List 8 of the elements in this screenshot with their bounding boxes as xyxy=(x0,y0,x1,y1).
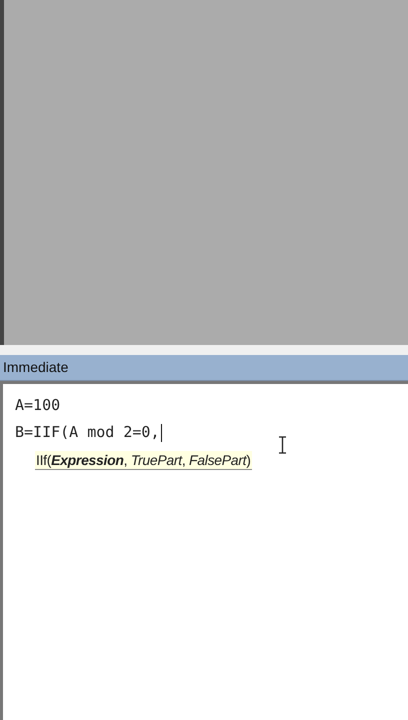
code-line: A=100 xyxy=(15,395,60,416)
panel-title: Immediate xyxy=(2,358,68,377)
text-cursor-icon xyxy=(160,424,162,442)
parameter-tooltip: IIf(Expression, TruePart, FalsePart) xyxy=(35,451,252,470)
code-line: B=IIF(A mod 2=0, xyxy=(15,422,160,444)
splitter-bar[interactable] xyxy=(0,345,408,355)
code-area[interactable]: A=100 B=IIF(A mod 2=0, IIf(Expression, TruePart, FalsePart) xyxy=(0,381,408,720)
i-beam-cursor-icon xyxy=(278,436,287,454)
